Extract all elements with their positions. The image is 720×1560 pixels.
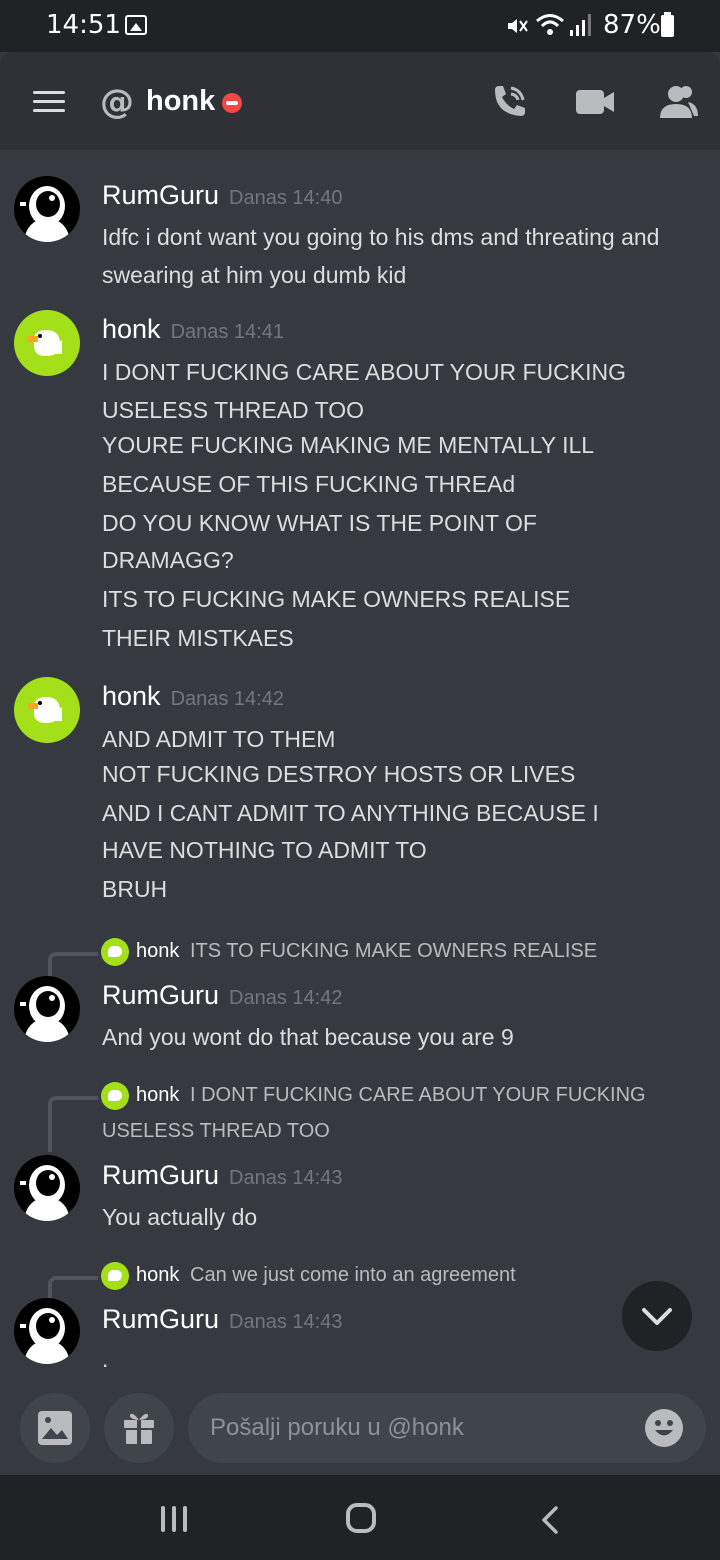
message-timestamp: Danas 14:41 bbox=[170, 321, 284, 343]
recent-apps-button[interactable] bbox=[161, 1506, 189, 1532]
system-navigation-bar bbox=[0, 1475, 720, 1560]
avatar[interactable] bbox=[14, 310, 80, 376]
message-line: DO YOU KNOW WHAT IS THE POINT OF bbox=[102, 510, 537, 536]
battery-icon bbox=[661, 12, 674, 37]
message-line: BRUH bbox=[102, 876, 168, 902]
channel-header: @ honk bbox=[0, 52, 720, 150]
dnd-status-icon bbox=[222, 93, 242, 113]
message-line: AND I CANT ADMIT TO ANYTHING BECAUSE I bbox=[102, 800, 599, 826]
reply-avatar bbox=[101, 1082, 129, 1110]
message-line: AND ADMIT TO THEM bbox=[102, 726, 336, 752]
wifi-icon bbox=[536, 14, 564, 35]
attach-image-button[interactable] bbox=[20, 1393, 90, 1463]
message-timestamp: Danas 14:40 bbox=[229, 187, 343, 209]
image-icon bbox=[125, 15, 147, 35]
message-list[interactable]: RumGuru Danas 14:40 Idfc i dont want you … bbox=[0, 150, 720, 1390]
video-call-icon[interactable] bbox=[574, 80, 618, 124]
message-line: You actually do bbox=[102, 1204, 258, 1230]
avatar[interactable] bbox=[14, 1155, 80, 1221]
message-line: swearing at him you dumb kid bbox=[102, 262, 407, 288]
message-author[interactable]: honk Danas 14:42 bbox=[102, 681, 284, 712]
message-author[interactable]: honk Danas 14:41 bbox=[102, 314, 284, 345]
image-icon bbox=[38, 1411, 72, 1445]
message-author[interactable]: RumGuru Danas 14:42 bbox=[102, 980, 342, 1011]
signal-icon bbox=[570, 14, 591, 36]
gift-button[interactable] bbox=[104, 1393, 174, 1463]
reply-connector bbox=[48, 1276, 98, 1302]
gift-icon bbox=[124, 1413, 154, 1444]
message-line: ITS TO FUCKING MAKE OWNERS REALISE bbox=[102, 586, 571, 612]
status-bar: 14:51 87% bbox=[0, 0, 720, 52]
message-line: BECAUSE OF THIS FUCKING THREAd bbox=[102, 471, 516, 497]
reply-preview[interactable]: I DONT FUCKING CARE ABOUT YOUR FUCKING bbox=[190, 1084, 646, 1107]
duck-avatar-icon bbox=[28, 697, 62, 723]
message-line: . bbox=[102, 1346, 109, 1372]
reply-author[interactable]: honk bbox=[136, 1264, 179, 1287]
author-name[interactable]: RumGuru bbox=[102, 980, 219, 1010]
battery-level: 87% bbox=[603, 10, 661, 40]
message-input[interactable] bbox=[188, 1393, 706, 1463]
at-icon: @ bbox=[100, 82, 134, 122]
message-line: USELESS THREAD TOO bbox=[102, 397, 365, 423]
author-name[interactable]: RumGuru bbox=[102, 1304, 219, 1334]
avatar[interactable] bbox=[14, 677, 80, 743]
author-name[interactable]: RumGuru bbox=[102, 180, 219, 210]
message-author[interactable]: RumGuru Danas 14:43 bbox=[102, 1304, 342, 1335]
message-line: And you wont do that because you are 9 bbox=[102, 1024, 514, 1050]
reply-author[interactable]: honk bbox=[136, 1084, 179, 1107]
message-composer bbox=[0, 1380, 720, 1475]
author-name[interactable]: RumGuru bbox=[102, 1160, 219, 1190]
message-line: I DONT FUCKING CARE ABOUT YOUR FUCKING bbox=[102, 359, 626, 385]
voice-call-icon[interactable] bbox=[487, 80, 531, 124]
astronaut-avatar-icon bbox=[20, 1165, 70, 1221]
message-line: NOT FUCKING DESTROY HOSTS OR LIVES bbox=[102, 761, 576, 787]
mute-icon bbox=[508, 19, 528, 33]
message-line: Idfc i dont want you going to his dms an… bbox=[102, 224, 660, 250]
message-line: DRAMAGG? bbox=[102, 547, 234, 573]
astronaut-avatar-icon bbox=[20, 1308, 70, 1364]
status-time: 14:51 bbox=[46, 10, 121, 40]
menu-icon[interactable] bbox=[33, 91, 65, 113]
reply-avatar bbox=[101, 938, 129, 966]
members-icon[interactable] bbox=[656, 80, 700, 124]
chevron-down-icon bbox=[642, 1308, 672, 1325]
emoji-icon[interactable] bbox=[645, 1409, 683, 1447]
astronaut-avatar-icon bbox=[20, 186, 70, 242]
message-timestamp: Danas 14:43 bbox=[229, 1167, 343, 1189]
jump-to-present-button[interactable] bbox=[622, 1281, 692, 1351]
avatar[interactable] bbox=[14, 176, 80, 242]
message-timestamp: Danas 14:43 bbox=[229, 1311, 343, 1333]
message-author[interactable]: RumGuru Danas 14:40 bbox=[102, 180, 342, 211]
reply-avatar bbox=[101, 1262, 129, 1290]
reply-preview[interactable]: Can we just come into an agreement bbox=[190, 1264, 516, 1287]
reply-author[interactable]: honk bbox=[136, 940, 179, 963]
message-author[interactable]: RumGuru Danas 14:43 bbox=[102, 1160, 342, 1191]
message-timestamp: Danas 14:42 bbox=[229, 987, 343, 1009]
astronaut-avatar-icon bbox=[20, 986, 70, 1042]
message-line: THEIR MISTKAES bbox=[102, 625, 294, 651]
reply-connector bbox=[48, 1096, 98, 1152]
reply-preview[interactable]: ITS TO FUCKING MAKE OWNERS REALISE bbox=[190, 940, 597, 963]
home-button[interactable] bbox=[346, 1503, 376, 1533]
reply-preview[interactable]: USELESS THREAD TOO bbox=[102, 1120, 330, 1143]
avatar[interactable] bbox=[14, 1298, 80, 1364]
message-line: YOURE FUCKING MAKING ME MENTALLY ILL bbox=[102, 432, 595, 458]
author-name[interactable]: honk bbox=[102, 681, 161, 711]
duck-avatar-icon bbox=[28, 330, 62, 356]
message-line: HAVE NOTHING TO ADMIT TO bbox=[102, 837, 427, 863]
dm-title[interactable]: honk bbox=[146, 85, 215, 118]
author-name[interactable]: honk bbox=[102, 314, 161, 344]
avatar[interactable] bbox=[14, 976, 80, 1042]
reply-connector bbox=[48, 952, 98, 978]
back-icon[interactable] bbox=[540, 1505, 560, 1535]
message-timestamp: Danas 14:42 bbox=[170, 688, 284, 710]
